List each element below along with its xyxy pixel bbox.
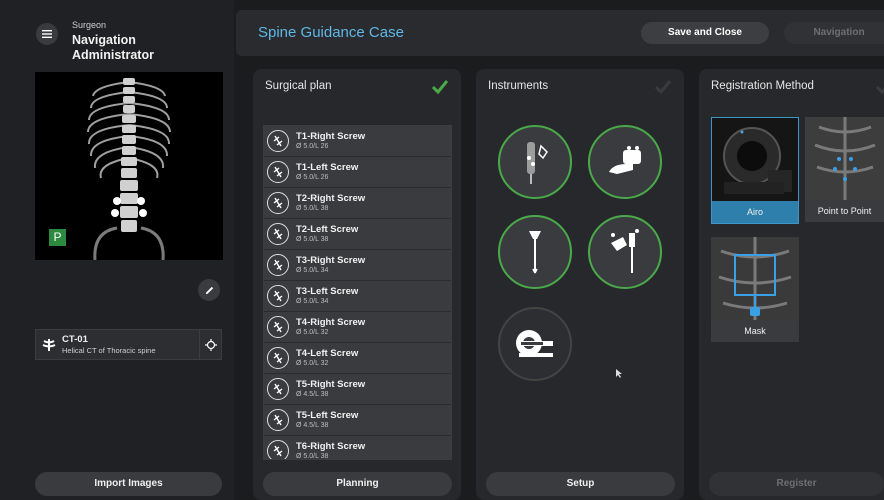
screw-spec: Ø 5.0/L 38 [296,236,329,243]
screw-item[interactable]: T2-Left Screw Ø 5.0/L 38 [264,219,451,250]
screw-name: T3-Right Screw [296,255,366,266]
screw-spec: Ø 5.0/L 34 [296,298,329,305]
screw-name: T6-Right Screw [296,441,366,452]
screw-name: T4-Right Screw [296,317,366,328]
left-sidebar: Surgeon Navigation Administrator P CT-01… [0,0,234,500]
probe-icon [527,142,548,184]
screw-name: T5-Left Screw [296,410,359,421]
screw-icon [267,192,289,214]
xray-preview[interactable]: P [35,72,223,260]
scanner-icon [516,330,553,357]
screw-name: T3-Left Screw [296,286,359,297]
registration-airo[interactable]: Airo [711,117,799,224]
check-icon [431,80,449,95]
screw-item[interactable]: T3-Right Screw Ø 5.0/L 34 [264,250,451,281]
screw-spec: Ø 4.5/L 38 [296,422,329,429]
registration-label: Point to Point [817,206,872,216]
check-icon [654,80,672,95]
registration-panel: Registration Method Airo Point to Point … [699,69,884,500]
screw-icon [267,347,289,369]
save-and-close-button[interactable]: Save and Close [641,22,769,44]
registration-point-to-point[interactable]: Point to Point [805,117,884,222]
pencil-icon [205,286,213,294]
panel-title: Instruments [488,80,549,92]
screw-name: T1-Left Screw [296,162,359,173]
screw-item[interactable]: T4-Right Screw Ø 5.0/L 32 [264,312,451,343]
mask-image [711,237,799,320]
airo-scanner-image [712,118,798,201]
screw-item[interactable]: T3-Left Screw Ø 5.0/L 34 [264,281,451,312]
user-name: Navigation Administrator [72,33,154,62]
surgical-plan-panel: Surgical plan T1-Right Screw Ø 5.0/L 26 T1… [253,69,461,500]
screw-spec: Ø 5.0/L 38 [296,205,329,212]
panel-title: Registration Method [711,80,814,92]
case-title: Spine Guidance Case [258,24,404,41]
ct-name: CT-01 [62,333,88,345]
screw-name: T2-Left Screw [296,224,359,235]
user-role: Surgeon [72,20,107,30]
edit-button[interactable] [198,279,220,301]
screw-item[interactable]: T4-Left Screw Ø 5.0/L 32 [264,343,451,374]
screw-icon [267,161,289,183]
instruments-panel: Instruments Setup [476,69,684,500]
screw-icon [267,254,289,276]
point-to-point-image [805,117,884,200]
screw-icon [267,378,289,400]
screw-icon [267,130,289,152]
screw-list[interactable]: T1-Right Screw Ø 5.0/L 26 T1-Left Screw Ø 5… [263,125,452,460]
screw-name: T1-Right Screw [296,131,366,142]
screw-icon [267,440,289,459]
menu-button[interactable] [36,23,58,45]
setup-button[interactable]: Setup [486,472,675,496]
instrument-driver[interactable] [588,215,662,289]
screw-item[interactable]: T5-Left Screw Ø 4.5/L 38 [264,405,451,436]
registration-label: Airo [712,201,798,223]
driver-icon [611,229,639,273]
planning-button[interactable]: Planning [263,472,452,496]
screw-name: T5-Right Screw [296,379,366,390]
registration-label: Mask [744,326,766,336]
screw-spec: Ø 5.0/L 38 [296,453,329,460]
screw-spec: Ø 5.0/L 34 [296,267,329,274]
screw-icon [267,285,289,307]
screw-name: T2-Right Screw [296,193,366,204]
hamburger-icon [42,30,52,38]
awl-icon [529,231,541,274]
navigation-button[interactable]: Navigation [784,22,884,44]
spine-icon [36,330,62,359]
screw-item[interactable]: T6-Right Screw Ø 5.0/L 38 [264,436,451,460]
crosshair-icon [204,338,217,351]
screw-spec: Ø 5.0/L 26 [296,143,329,150]
screw-spec: Ø 4.5/L 38 [296,391,329,398]
screw-item[interactable]: T1-Right Screw Ø 5.0/L 26 [264,126,451,157]
registration-mask[interactable]: Mask [711,237,799,342]
register-button[interactable]: Register [709,472,884,496]
ct-description: Helical CT of Thoracic spine [62,345,156,355]
instrument-awl[interactable] [498,215,572,289]
screw-icon [267,409,289,431]
instrument-probe[interactable] [498,125,572,199]
screw-icon [267,223,289,245]
screw-spec: Ø 5.0/L 32 [296,329,329,336]
screw-item[interactable]: T5-Right Screw Ø 4.5/L 38 [264,374,451,405]
instrument-reference-clamp[interactable] [588,125,662,199]
target-button[interactable] [199,330,221,359]
panel-title: Surgical plan [265,80,332,92]
import-images-button[interactable]: Import Images [35,472,222,496]
clamp-icon [609,146,641,174]
screw-spec: Ø 5.0/L 32 [296,360,329,367]
screw-icon [267,316,289,338]
patient-badge: P [49,229,66,246]
top-bar: Spine Guidance Case Save and Close Navig… [236,10,884,56]
instrument-scanner[interactable] [498,307,572,381]
screw-item[interactable]: T2-Right Screw Ø 5.0/L 38 [264,188,451,219]
check-icon [875,85,884,95]
cursor-pointer [616,365,622,378]
screw-item[interactable]: T1-Left Screw Ø 5.0/L 26 [264,157,451,188]
screw-name: T4-Left Screw [296,348,359,359]
ct-dataset-card[interactable]: CT-01 Helical CT of Thoracic spine [35,329,222,360]
screw-spec: Ø 5.0/L 26 [296,174,329,181]
